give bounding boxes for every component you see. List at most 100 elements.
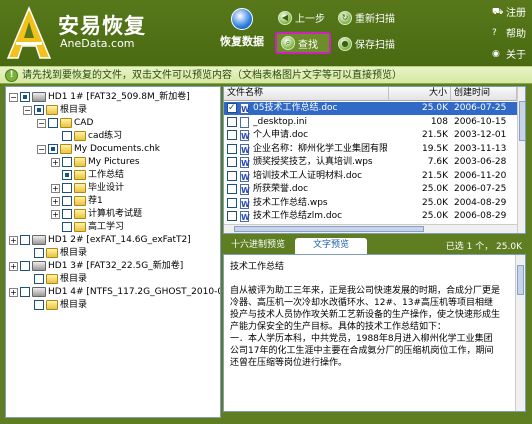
tree-node-label: HD1 1# [FAT32_509.8M_新加卷] (48, 92, 190, 102)
rescan-button[interactable]: ↻ 重新扫描 (338, 10, 395, 25)
about-link[interactable]: ◉ 关于 (492, 46, 526, 62)
tree-node-folder[interactable]: + 计算机考试题 (51, 208, 142, 220)
tree-node-folder[interactable]: 根目录 (23, 247, 87, 259)
expand-icon[interactable]: + (51, 196, 60, 206)
preview-paragraph: 自从被评为助工三年来，正是我公司快速发展的时期，合成分厂更是冷器、高压机一次冷却… (230, 286, 501, 332)
folder-tree[interactable]: − HD1 1# [FAT32_509.8M_新加卷] − 根目录 − CAD cad练习 −… (5, 86, 221, 418)
column-header-size[interactable]: 大小 (389, 87, 451, 101)
file-row[interactable]: 企业名称：柳州化学工业集团有限公司 19.5K 2003-11-13 (224, 143, 517, 157)
tab-text-preview[interactable]: 文字预览 (295, 238, 367, 254)
expand-icon[interactable]: + (9, 261, 18, 271)
file-row[interactable]: 技术工作总结zlm.doc 25.0K 2006-08-29 (224, 210, 517, 224)
save-scan-button[interactable]: ● 保存扫描 (338, 36, 395, 51)
tree-node-folder[interactable]: − 根目录 (23, 104, 87, 116)
tree-checkbox[interactable] (62, 196, 72, 206)
tree-checkbox[interactable] (20, 92, 30, 102)
tree-node-label: 计算机考试题 (88, 209, 143, 219)
file-checkbox[interactable] (227, 211, 237, 221)
register-link[interactable]: ⛟ 注册 (492, 4, 526, 20)
file-checkbox[interactable] (227, 197, 237, 208)
prev-step-button[interactable]: ◀ 上一步 (278, 10, 325, 25)
tree-node-folder[interactable]: + 荐1 (51, 195, 103, 207)
tree-node-partition[interactable]: + HD1 2# [exFAT_14.6G_exFatT2] (9, 234, 191, 246)
file-list[interactable]: 文件名称 大小 创建时间 05技术工作总结.doc 25.0K 2006-07-25… (223, 86, 526, 234)
scroll-thumb[interactable] (517, 265, 524, 295)
tree-checkbox[interactable] (34, 105, 44, 115)
tree-node-folder[interactable]: 根目录 (23, 299, 87, 311)
vertical-scrollbar[interactable] (515, 255, 525, 411)
file-checkbox[interactable] (227, 116, 237, 127)
scroll-thumb[interactable] (519, 101, 525, 141)
tree-node-label: 高工学习 (88, 222, 125, 232)
selection-info: 已选 1 个， 25.0K (445, 242, 522, 252)
file-row[interactable]: 所获荣誉.doc 25.0K 2006-07-25 (224, 183, 517, 197)
tree-node-folder[interactable]: − My Documents.chk (37, 143, 160, 155)
tree-checkbox[interactable] (62, 170, 72, 180)
tree-node-folder[interactable]: cad练习 (51, 130, 122, 142)
collapse-icon[interactable]: − (37, 118, 46, 128)
tree-checkbox[interactable] (20, 261, 30, 271)
folder-icon (46, 105, 58, 115)
collapse-icon[interactable]: − (9, 92, 18, 102)
vertical-scrollbar[interactable] (517, 87, 525, 233)
file-row[interactable]: 培训技术工人证明材料.doc 21.5K 2006-11-20 (224, 170, 517, 184)
expand-icon[interactable]: + (51, 209, 60, 219)
preview-pane[interactable]: 技术工作总结 自从被评为助工三年来，正是我公司快速发展的时期，合成分厂更是冷器、… (223, 254, 526, 412)
tree-checkbox[interactable] (48, 118, 58, 128)
file-row[interactable]: 颁奖授奖技艺，认真培训.wps 7.6K 2003-06-28 (224, 156, 517, 170)
expand-icon[interactable]: + (51, 157, 60, 167)
tree-node-folder[interactable]: 高工学习 (51, 221, 124, 233)
tree-node-partition[interactable]: + HD1 3# [FAT32_22.5G_新加卷] (9, 260, 183, 272)
horizontal-scrollbar[interactable] (224, 224, 517, 233)
tree-node-label: 根目录 (60, 300, 88, 310)
file-row[interactable]: 05技术工作总结.doc 25.0K 2006-07-25 (224, 102, 517, 116)
tree-checkbox[interactable] (48, 144, 58, 154)
tree-checkbox[interactable] (62, 131, 72, 141)
expand-icon[interactable]: + (51, 183, 60, 193)
expand-icon[interactable]: + (9, 235, 18, 245)
recover-data-button[interactable]: 恢复数据 (216, 8, 268, 54)
collapse-icon[interactable]: − (37, 144, 46, 154)
tree-checkbox[interactable] (62, 183, 72, 193)
file-checkbox[interactable] (227, 143, 237, 154)
tree-checkbox[interactable] (34, 248, 44, 258)
tree-checkbox[interactable] (34, 300, 44, 310)
scroll-thumb[interactable] (234, 226, 424, 232)
tree-checkbox[interactable] (62, 222, 72, 232)
file-date: 2006-08-29 (454, 211, 507, 221)
tree-node-folder[interactable]: + My Pictures (51, 156, 140, 168)
tree-node-folder[interactable]: − CAD (37, 117, 93, 129)
find-button[interactable]: ⌕ 查找 (275, 32, 331, 54)
file-date: 2003-12-01 (454, 130, 507, 140)
tree-checkbox[interactable] (20, 235, 30, 245)
file-row[interactable]: _desktop.ini 108 2006-10-15 (224, 116, 517, 129)
tree-node-partition[interactable]: + HD1 4# [NTFS_117.2G_GHOST_2010-09-03] (9, 286, 220, 298)
column-header-name[interactable]: 文件名称 (224, 87, 389, 101)
file-checkbox[interactable] (227, 184, 237, 194)
help-link[interactable]: ? 帮助 (492, 25, 526, 41)
folder-icon (74, 170, 86, 180)
file-row[interactable]: 个人申请.doc 21.5K 2003-12-01 (224, 129, 517, 143)
tree-node-folder[interactable]: + 毕业设计 (51, 182, 124, 194)
column-header-date[interactable]: 创建时间 (451, 87, 517, 101)
tree-checkbox[interactable] (34, 274, 44, 284)
folder-icon (74, 209, 86, 219)
tree-node-folder[interactable]: 工作总结 (51, 169, 124, 181)
disk-icon (32, 287, 46, 297)
preview-paragraph: 一．本人学历本科，中共党员，1988年8月进入柳州化学工业集团公司17年的化工生… (230, 334, 494, 368)
expand-icon[interactable]: + (9, 287, 18, 297)
file-checkbox[interactable] (227, 102, 237, 115)
disk-icon (32, 235, 46, 245)
file-checkbox[interactable] (227, 157, 237, 167)
tab-hex-preview[interactable]: 十六进制预览 (225, 238, 291, 254)
file-checkbox[interactable] (227, 170, 237, 181)
file-checkbox[interactable] (227, 130, 237, 140)
collapse-icon[interactable]: − (23, 105, 32, 115)
tree-checkbox[interactable] (62, 157, 72, 167)
tree-checkbox[interactable] (62, 209, 72, 219)
tree-node-partition[interactable]: − HD1 1# [FAT32_509.8M_新加卷] (9, 91, 190, 103)
file-size: 108 (430, 116, 448, 127)
file-row[interactable]: 技术工作总结.wps 25.0K 2004-08-29 (224, 197, 517, 211)
tree-node-folder[interactable]: 根目录 (23, 273, 87, 285)
tree-checkbox[interactable] (20, 287, 30, 297)
